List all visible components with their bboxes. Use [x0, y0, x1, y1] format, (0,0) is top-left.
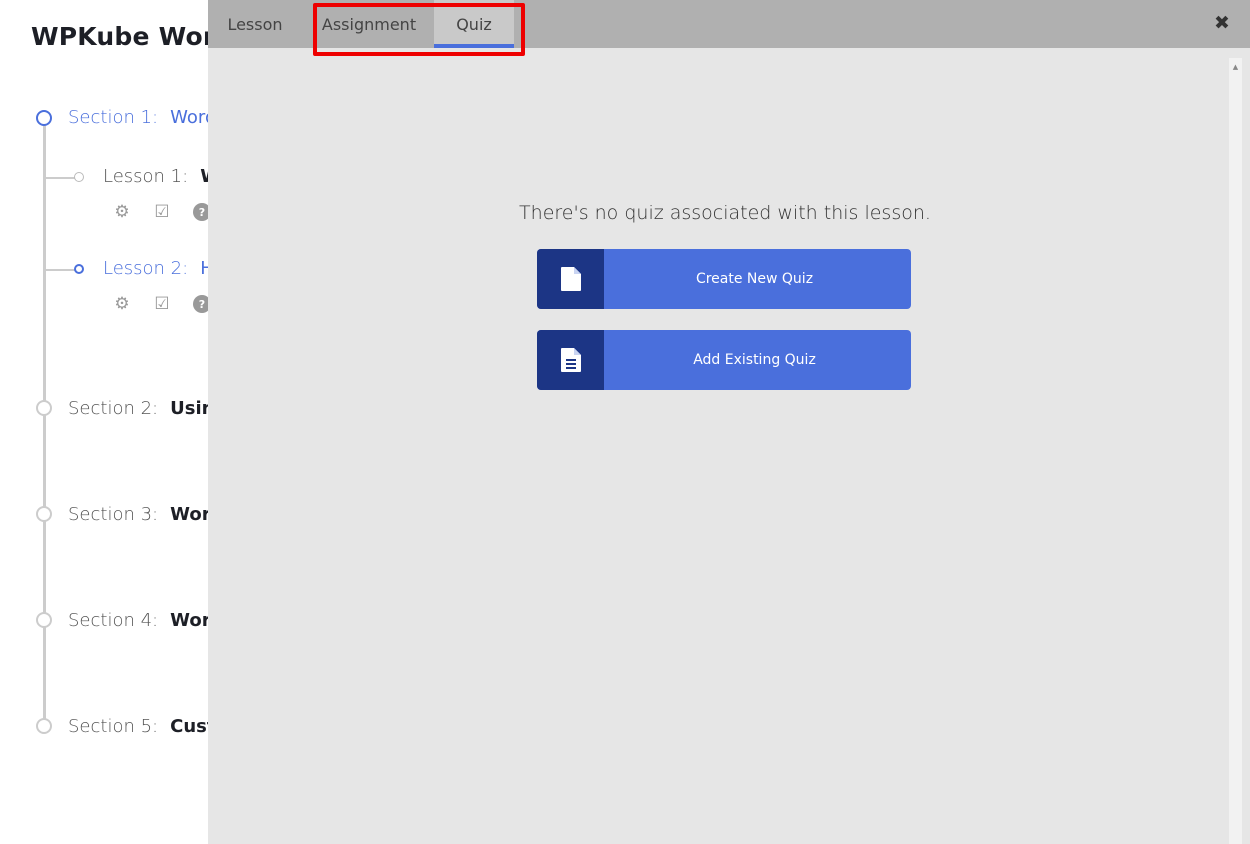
lesson-2-actions: ⚙ ☑ ?	[113, 294, 211, 314]
scroll-up-arrow-icon[interactable]: ▲	[1229, 62, 1242, 72]
add-existing-quiz-button[interactable]: Add Existing Quiz	[537, 330, 911, 390]
section-2[interactable]: Section 2: Using	[68, 398, 227, 419]
section-1[interactable]: Section 1: Word	[68, 107, 216, 128]
lesson-node-1	[74, 172, 84, 182]
check-square-icon[interactable]: ☑	[153, 294, 171, 314]
section-node-4	[36, 612, 52, 628]
section-3[interactable]: Section 3: Word	[68, 504, 223, 525]
lesson-1-actions: ⚙ ☑ ?	[113, 202, 211, 222]
section-node-3	[36, 506, 52, 522]
lesson-2[interactable]: Lesson 2: H	[103, 258, 214, 279]
check-square-icon[interactable]: ☑	[153, 202, 171, 222]
timeline-line	[43, 126, 46, 728]
section-node-2	[36, 400, 52, 416]
lesson-branch-2	[45, 269, 75, 271]
lesson-1[interactable]: Lesson 1:W	[103, 166, 220, 187]
empty-quiz-message: There's no quiz associated with this les…	[519, 202, 931, 224]
gear-icon[interactable]: ⚙	[113, 202, 131, 222]
close-icon[interactable]: ✖	[1212, 12, 1232, 34]
modal-scrollbar[interactable]: ▲	[1229, 58, 1242, 844]
lesson-branch-1	[45, 177, 75, 179]
create-new-quiz-button[interactable]: Create New Quiz	[537, 249, 911, 309]
course-title: WPKube Word	[31, 22, 234, 51]
section-node-1	[36, 110, 52, 126]
tab-quiz[interactable]: Quiz	[434, 0, 514, 48]
file-icon	[537, 249, 604, 309]
section-5[interactable]: Section 5: Custo	[68, 716, 228, 737]
section-4[interactable]: Section 4: Word	[68, 610, 223, 631]
gear-icon[interactable]: ⚙	[113, 294, 131, 314]
file-text-icon	[537, 330, 604, 390]
lesson-node-2	[74, 264, 84, 274]
tab-lesson[interactable]: Lesson	[208, 0, 302, 48]
modal-header: Lesson Assignment Quiz ✖	[208, 0, 1250, 48]
quiz-modal: Lesson Assignment Quiz ✖ There's no quiz…	[208, 0, 1250, 844]
section-node-5	[36, 718, 52, 734]
tab-assignment[interactable]: Assignment	[312, 0, 426, 48]
page: WPKube Word Section 1:Word Lesson 1:W ⚙ …	[0, 0, 1250, 844]
